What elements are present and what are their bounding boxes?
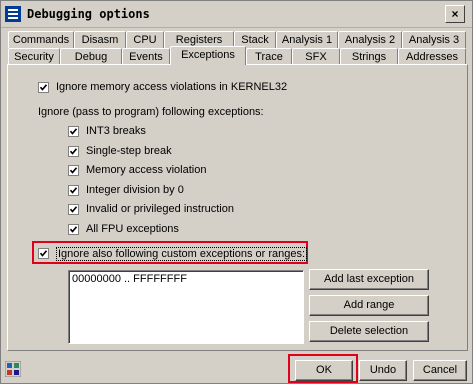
custom-ranges-list[interactable]: 00000000 .. FFFFFFFF <box>68 270 304 344</box>
palette-icon <box>5 361 21 377</box>
custom-exceptions-label: Ignore also following custom exceptions … <box>56 247 308 261</box>
list-icon <box>5 6 21 22</box>
ignore-kernel32-label: Ignore memory access violations in KERNE… <box>56 81 288 93</box>
add-range-button[interactable]: Add range <box>309 295 429 316</box>
tab-events[interactable]: Events <box>122 48 170 65</box>
tab-commands[interactable]: Commands <box>8 31 74 48</box>
close-button[interactable]: × <box>445 5 465 23</box>
checkmark-icon <box>39 250 48 257</box>
memory-access-violation-label: Memory access violation <box>86 164 207 176</box>
tab-exceptions[interactable]: Exceptions <box>170 46 246 65</box>
checkmark-icon <box>69 226 78 233</box>
ignore-kernel32-checkbox[interactable] <box>38 82 49 93</box>
tab-analysis-1[interactable]: Analysis 1 <box>276 31 338 48</box>
pass-exceptions-group-label: Ignore (pass to program) following excep… <box>38 106 264 118</box>
single-step-break-label: Single-step break <box>86 145 172 157</box>
tab-sfx[interactable]: SFX <box>292 48 340 65</box>
undo-button[interactable]: Undo <box>359 360 407 381</box>
int3-breaks-checkbox[interactable] <box>68 126 79 137</box>
fpu-exceptions-checkbox[interactable] <box>68 224 79 235</box>
tab-strings[interactable]: Strings <box>340 48 398 65</box>
integer-division-checkbox[interactable] <box>68 185 79 196</box>
debugging-options-window: Debugging options × Commands Disasm CPU … <box>0 0 473 384</box>
checkmark-icon <box>69 187 78 194</box>
fpu-exceptions-label: All FPU exceptions <box>86 223 179 235</box>
invalid-instruction-label: Invalid or privileged instruction <box>86 203 234 215</box>
delete-selection-button[interactable]: Delete selection <box>309 321 429 342</box>
checkmark-icon <box>69 167 78 174</box>
tab-addresses[interactable]: Addresses <box>398 48 466 65</box>
add-last-exception-button[interactable]: Add last exception <box>309 269 429 290</box>
title-bar[interactable]: Debugging options × <box>1 1 472 28</box>
integer-division-label: Integer division by 0 <box>86 184 184 196</box>
ok-button[interactable]: OK <box>295 360 353 381</box>
checkmark-icon <box>69 128 78 135</box>
checkmark-icon <box>69 148 78 155</box>
window-title: Debugging options <box>27 7 150 21</box>
list-item[interactable]: 00000000 .. FFFFFFFF <box>72 273 187 285</box>
cancel-button[interactable]: Cancel <box>413 360 467 381</box>
single-step-break-checkbox[interactable] <box>68 146 79 157</box>
checkmark-icon <box>69 206 78 213</box>
checkmark-icon <box>39 84 48 91</box>
tab-analysis-3[interactable]: Analysis 3 <box>402 31 466 48</box>
invalid-instruction-checkbox[interactable] <box>68 204 79 215</box>
tab-disasm[interactable]: Disasm <box>74 31 126 48</box>
tab-analysis-2[interactable]: Analysis 2 <box>338 31 402 48</box>
tab-debug[interactable]: Debug <box>60 48 122 65</box>
custom-exceptions-checkbox[interactable] <box>38 248 49 259</box>
tab-trace[interactable]: Trace <box>246 48 292 65</box>
memory-access-violation-checkbox[interactable] <box>68 165 79 176</box>
tab-security[interactable]: Security <box>8 48 60 65</box>
int3-breaks-label: INT3 breaks <box>86 125 146 137</box>
tab-cpu[interactable]: CPU <box>126 31 164 48</box>
